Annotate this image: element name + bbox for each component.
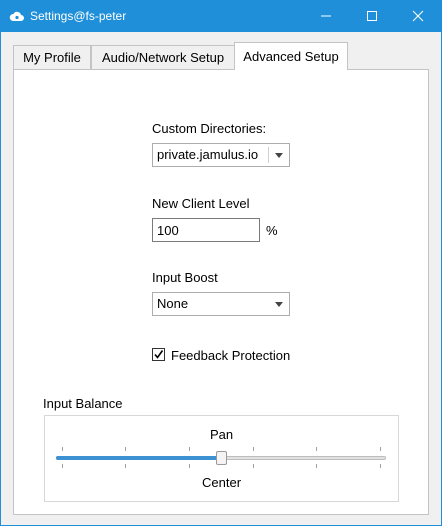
maximize-button[interactable]	[349, 0, 395, 32]
new-client-level-input[interactable]	[152, 218, 260, 242]
tab-advanced-setup[interactable]: Advanced Setup	[234, 42, 348, 70]
slider-tick	[380, 464, 381, 468]
close-button[interactable]	[395, 0, 441, 32]
checkmark-icon	[154, 350, 164, 359]
custom-directories-label: Custom Directories:	[152, 121, 267, 136]
feedback-protection-label: Feedback Protection	[171, 348, 291, 363]
input-boost-value: None	[157, 296, 189, 311]
slider-tick	[62, 464, 63, 468]
chevron-down-icon[interactable]	[275, 153, 283, 158]
custom-directories-combobox[interactable]: private.jamulus.io	[152, 143, 290, 167]
chevron-down-icon[interactable]	[275, 302, 283, 307]
slider-tick	[253, 447, 254, 451]
pan-label: Pan	[210, 427, 234, 442]
slider-tick	[62, 447, 63, 451]
minimize-icon	[321, 15, 331, 17]
input-boost-label: Input Boost	[152, 270, 218, 285]
title-bar[interactable]: Settings@fs-peter	[0, 0, 442, 32]
slider-tick	[125, 447, 126, 451]
tab-my-profile[interactable]: My Profile	[13, 45, 91, 69]
window-title: Settings@fs-peter	[30, 9, 127, 23]
tab-audio-network-setup[interactable]: Audio/Network Setup	[91, 45, 235, 69]
pan-slider-fill	[56, 456, 221, 460]
pan-slider-handle[interactable]	[215, 451, 227, 465]
slider-tick	[125, 464, 126, 468]
slider-tick	[380, 447, 381, 451]
center-label: Center	[202, 475, 242, 490]
slider-tick	[316, 464, 317, 468]
feedback-protection-checkbox[interactable]	[152, 348, 165, 361]
slider-tick	[189, 447, 190, 451]
maximize-icon	[367, 11, 377, 21]
jamulus-cloud-icon	[9, 11, 24, 21]
combobox-separator	[268, 147, 269, 163]
slider-tick	[189, 464, 190, 468]
new-client-level-label: New Client Level	[152, 196, 250, 211]
close-icon	[412, 10, 424, 22]
percent-unit-label: %	[266, 223, 278, 238]
slider-tick	[316, 447, 317, 451]
slider-tick	[253, 464, 254, 468]
input-balance-label: Input Balance	[43, 396, 123, 411]
minimize-button[interactable]	[303, 0, 349, 32]
input-boost-combobox[interactable]: None	[152, 292, 290, 316]
custom-directories-value: private.jamulus.io	[157, 147, 259, 162]
